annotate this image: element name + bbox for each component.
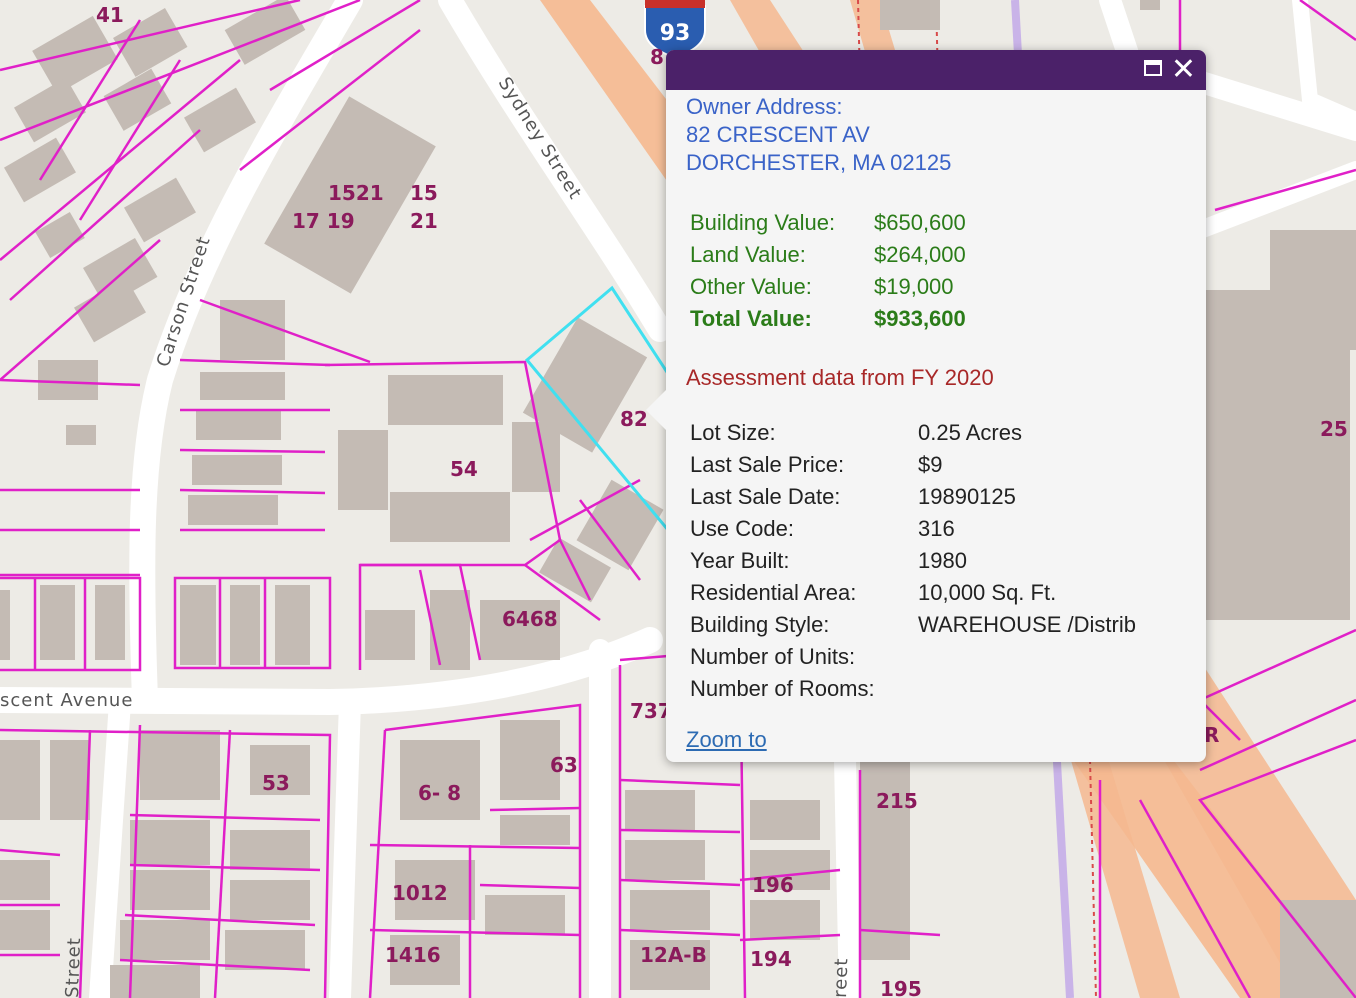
attribute-value: WAREHOUSE /Distrib xyxy=(918,612,1136,637)
street-label-bottom-left: Street xyxy=(62,937,85,998)
parcel-info-popup: ✕ Owner Address: 82 CRESCENT AV DORCHEST… xyxy=(646,50,1206,762)
value-label: Total Value: xyxy=(690,306,812,331)
owner-address-label: Owner Address: xyxy=(686,94,843,119)
value-row-other: Other Value: $19,000 xyxy=(688,271,968,303)
parcel-label: 17 19 xyxy=(292,209,355,233)
attribute-label: Last Sale Date: xyxy=(690,484,841,509)
value-amount: $264,000 xyxy=(874,242,966,267)
attribute-value: 0.25 Acres xyxy=(918,420,1022,445)
parcel-label: 15 xyxy=(410,181,438,205)
attribute-row: Year Built: 1980 xyxy=(688,545,1138,577)
parcel-label: 63 xyxy=(550,753,578,777)
attribute-table: Lot Size: 0.25 Acres Last Sale Price: $9 L… xyxy=(688,417,1138,705)
attribute-row: Residential Area: 10,000 Sq. Ft. xyxy=(688,577,1138,609)
value-amount: $650,600 xyxy=(874,210,966,235)
parcel-label: 25 xyxy=(1320,417,1348,441)
parcel-label: 1416 xyxy=(385,943,441,967)
parcel-label: 53 xyxy=(262,771,290,795)
attribute-value: 10,000 Sq. Ft. xyxy=(918,580,1057,605)
value-row-land: Land Value: $264,000 xyxy=(688,239,968,271)
parcel-label: 6468 xyxy=(502,607,558,631)
street-label-crescent: scent Avenue xyxy=(0,690,133,711)
popup-content: Owner Address: 82 CRESCENT AV DORCHESTER… xyxy=(666,93,1206,753)
value-amount: $933,600 xyxy=(874,306,966,331)
street-label-bottom-center: reet xyxy=(830,957,852,998)
popup-pointer xyxy=(646,390,666,430)
parcel-label: 1521 xyxy=(328,181,384,205)
attribute-label: Number of Units: xyxy=(690,644,856,669)
parcel-label: R xyxy=(1204,723,1219,747)
attribute-row: Number of Rooms: xyxy=(688,673,1138,705)
attribute-row: Last Sale Price: $9 xyxy=(688,449,1138,481)
attribute-label: Year Built: xyxy=(690,548,790,573)
parcel-label: 54 xyxy=(450,457,478,481)
close-icon[interactable]: ✕ xyxy=(1171,53,1196,87)
attribute-row: Number of Units: xyxy=(688,641,1138,673)
value-row-building: Building Value: $650,600 xyxy=(688,207,968,239)
parcel-label: 1012 xyxy=(392,881,448,905)
attribute-value: $9 xyxy=(918,452,943,477)
attribute-value xyxy=(916,641,1138,673)
parcel-label: 6- 8 xyxy=(418,781,461,805)
attribute-row: Use Code: 316 xyxy=(688,513,1138,545)
value-table: Building Value: $650,600 Land Value: $26… xyxy=(688,207,968,335)
attribute-value: 316 xyxy=(918,516,955,541)
attribute-label: Number of Rooms: xyxy=(690,676,875,701)
parcel-label: 215 xyxy=(876,789,918,813)
value-label: Other Value: xyxy=(690,274,812,299)
attribute-label: Last Sale Price: xyxy=(690,452,845,477)
attribute-value: 19890125 xyxy=(918,484,1016,509)
assessment-note: Assessment data from FY 2020 xyxy=(686,365,994,390)
attribute-label: Use Code: xyxy=(690,516,794,541)
attribute-label: Residential Area: xyxy=(690,580,857,605)
attribute-row: Lot Size: 0.25 Acres xyxy=(688,417,1138,449)
highway-shield-label: 93 xyxy=(660,21,691,46)
attribute-label: Building Style: xyxy=(690,612,830,637)
parcel-label: 195 xyxy=(880,977,922,998)
parcel-label: 41 xyxy=(96,3,124,27)
parcel-label: 194 xyxy=(750,947,792,971)
popup-title-bar: ✕ xyxy=(666,50,1206,90)
zoom-to-link[interactable]: Zoom to xyxy=(686,727,767,753)
parcel-label: 21 xyxy=(410,209,438,233)
owner-address: Owner Address: 82 CRESCENT AV DORCHESTER… xyxy=(686,93,1186,177)
owner-address-line1: 82 CRESCENT AV xyxy=(686,122,870,147)
parcel-label: 196 xyxy=(752,873,794,897)
value-amount: $19,000 xyxy=(874,274,954,299)
attribute-value: 1980 xyxy=(918,548,967,573)
attribute-row: Building Style: WAREHOUSE /Distrib xyxy=(688,609,1138,641)
value-label: Land Value: xyxy=(690,242,806,267)
value-row-total: Total Value: $933,600 xyxy=(688,303,968,335)
owner-address-line2: DORCHESTER, MA 02125 xyxy=(686,150,952,175)
parcel-label: 8 xyxy=(650,45,664,69)
value-label: Building Value: xyxy=(690,210,836,235)
parcel-label: 82 xyxy=(620,407,648,431)
attribute-row: Last Sale Date: 19890125 xyxy=(688,481,1138,513)
parcel-label: 12A-B xyxy=(640,943,707,967)
attribute-value xyxy=(916,673,1138,705)
attribute-label: Lot Size: xyxy=(690,420,776,445)
maximize-icon[interactable] xyxy=(1144,60,1162,76)
